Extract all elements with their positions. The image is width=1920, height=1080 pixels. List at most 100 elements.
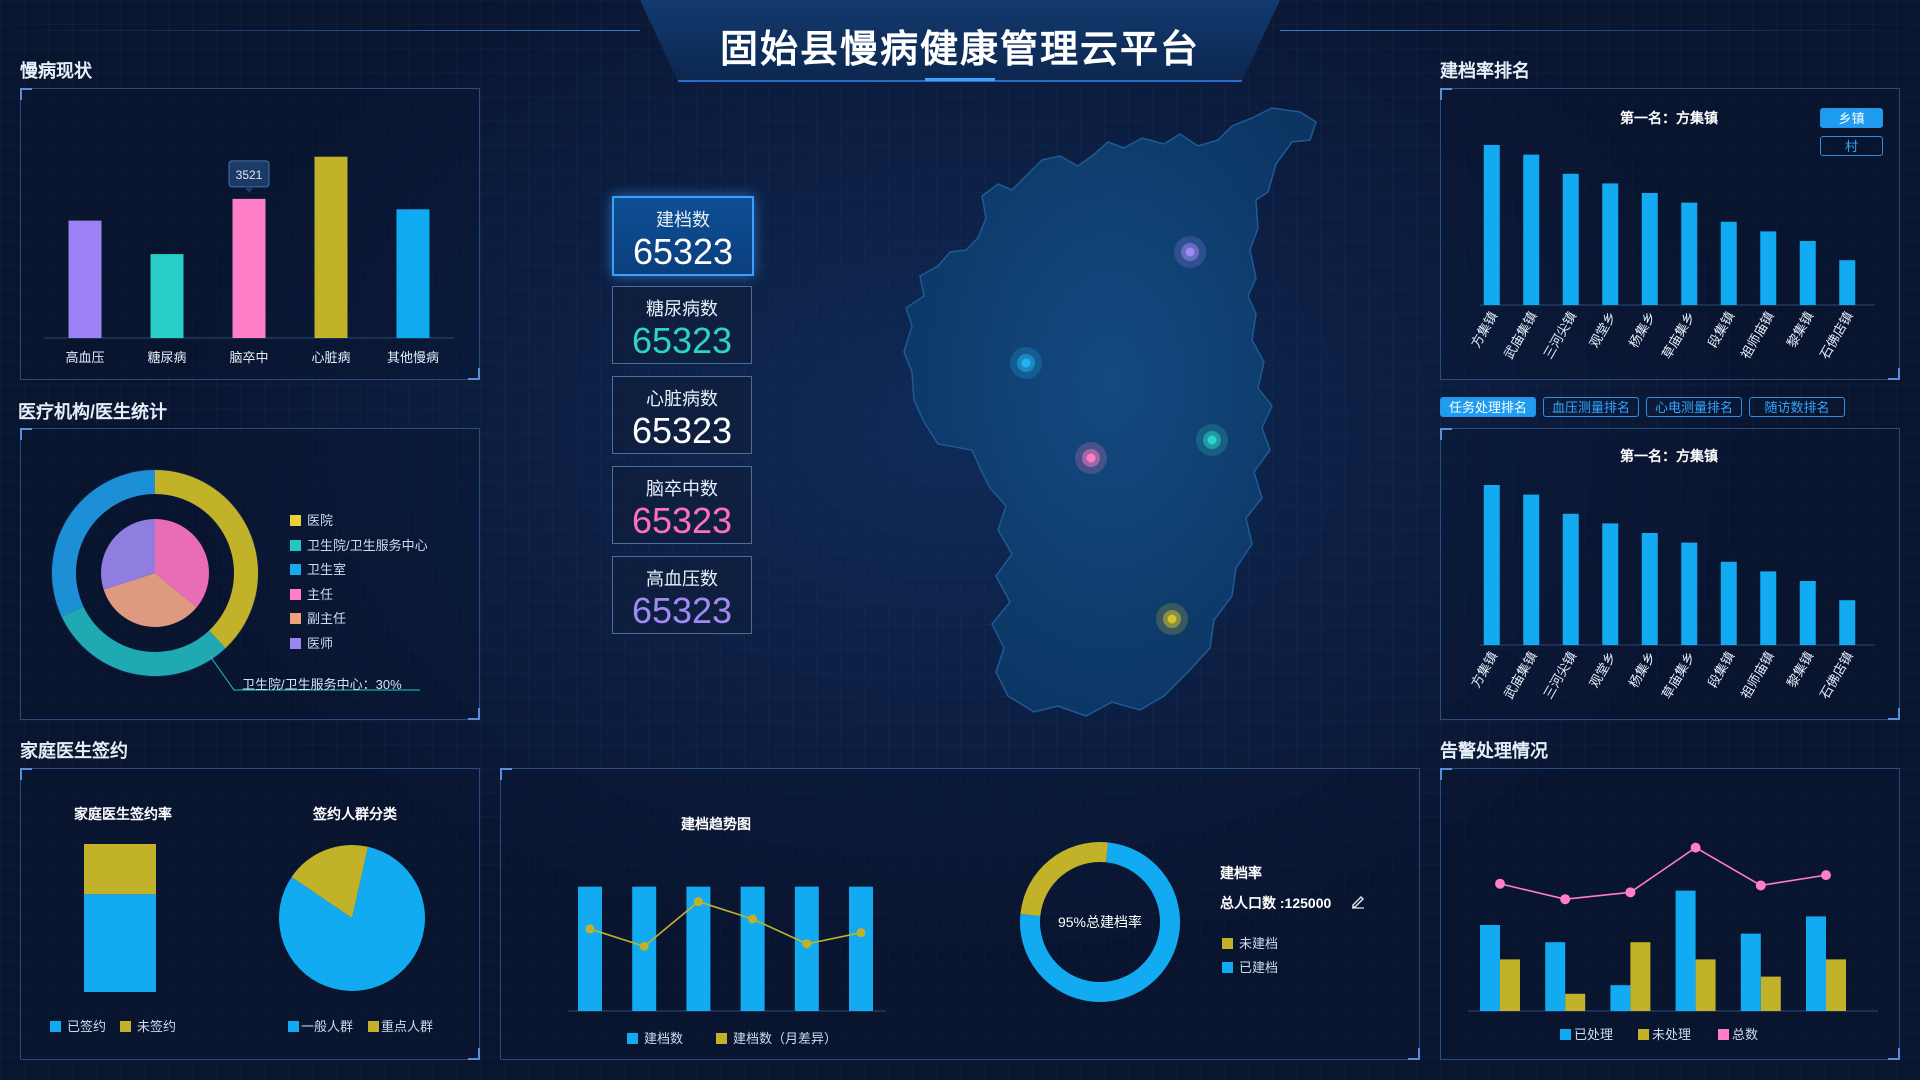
section-title-ranking: 建档率排名 bbox=[1440, 61, 1530, 81]
tab-bp-rank[interactable]: 血压测量排名 bbox=[1543, 397, 1639, 417]
legend-key-group: 重点人群 bbox=[368, 1016, 433, 1035]
rank-tick-label: 杨集乡 bbox=[1626, 309, 1658, 350]
legend-signed: 已签约 bbox=[50, 1016, 106, 1035]
rank-bar bbox=[1760, 231, 1777, 305]
map-marker bbox=[1174, 236, 1206, 268]
archive-rate-title: 建档率 bbox=[1220, 865, 1262, 881]
legend-trend-diff: 建档数（月差异） bbox=[716, 1028, 837, 1047]
legend-label: 副主任 bbox=[307, 611, 347, 626]
stat-heart[interactable]: 心脏病数 65323 bbox=[612, 376, 752, 454]
rank-tick-label: 祖师庙镇 bbox=[1738, 649, 1777, 702]
legend-label: 卫生室 bbox=[307, 562, 347, 577]
stat-archive[interactable]: 建档数 65323 bbox=[612, 196, 754, 276]
rank-tick-label: 草庙集乡 bbox=[1659, 309, 1698, 362]
stat-diabetes[interactable]: 糖尿病数 65323 bbox=[612, 286, 752, 364]
legend-swatch bbox=[290, 515, 301, 526]
legend-processed: 已处理 bbox=[1560, 1024, 1613, 1043]
alert-bar-unprocessed bbox=[1826, 959, 1846, 1011]
sign-rate-segment bbox=[84, 894, 156, 992]
trend-bar bbox=[740, 886, 765, 1011]
stat-hypertension-value: 65323 bbox=[631, 590, 733, 631]
chronic-bar-chart: 高血压 糖尿病 脑卒中 3521 心脏病 其他慢病 bbox=[44, 156, 454, 365]
archive-donut-segment bbox=[1020, 842, 1108, 917]
map-marker bbox=[1156, 603, 1188, 635]
rank-bar bbox=[1562, 173, 1579, 305]
alert-bar-processed bbox=[1545, 942, 1566, 1011]
rank-bar bbox=[1602, 523, 1619, 645]
alert-bar-processed bbox=[1740, 933, 1761, 1011]
marker-dot bbox=[1185, 247, 1195, 257]
chronic-tick-label: 脑卒中 bbox=[229, 350, 268, 365]
rank-bar bbox=[1562, 513, 1579, 645]
rank-bar bbox=[1799, 581, 1816, 645]
rank-tick-label: 杨集乡 bbox=[1626, 649, 1658, 690]
alert-bar-unprocessed bbox=[1630, 942, 1651, 1011]
tab-followup-rank[interactable]: 随访数排名 bbox=[1749, 397, 1845, 417]
alert-bar-processed bbox=[1675, 890, 1696, 1011]
rank-bar bbox=[1602, 183, 1619, 305]
tab-task-rank[interactable]: 任务处理排名 bbox=[1440, 397, 1536, 417]
alert-total-point bbox=[1560, 894, 1571, 905]
rank-tick-label: 武庙集镇 bbox=[1501, 649, 1540, 702]
legend-label: 医院 bbox=[307, 513, 334, 528]
rank-bar bbox=[1720, 221, 1737, 305]
rank-bar bbox=[1760, 571, 1777, 645]
medical-legend-item: 主任 bbox=[290, 584, 333, 603]
alert-total-point bbox=[1625, 887, 1636, 898]
alert-total-point bbox=[1821, 870, 1831, 881]
header-right-line bbox=[1280, 30, 1920, 31]
medical-legend-item: 医师 bbox=[290, 633, 333, 652]
map-marker bbox=[1075, 442, 1107, 474]
medical-legend-item: 医院 bbox=[290, 510, 333, 529]
legend-unprocessed: 未处理 bbox=[1638, 1024, 1691, 1043]
legend-swatch bbox=[290, 613, 301, 624]
stat-heart-label: 心脏病数 bbox=[646, 389, 718, 409]
marker-dot bbox=[1167, 614, 1177, 624]
map-marker bbox=[1196, 424, 1228, 456]
stat-stroke-label: 脑卒中数 bbox=[646, 479, 718, 499]
stat-stroke-value: 65323 bbox=[631, 500, 733, 541]
edit-icon[interactable] bbox=[1350, 893, 1366, 909]
page-title: 固始县慢病健康管理云平台 bbox=[719, 29, 1200, 71]
rank-tick-label: 方集镇 bbox=[1468, 309, 1500, 350]
chronic-tick-label: 高血压 bbox=[65, 350, 104, 365]
alert-bar-unprocessed bbox=[1565, 993, 1586, 1011]
alert-bar-unprocessed bbox=[1500, 959, 1520, 1011]
rank-tick-label: 黎集镇 bbox=[1784, 649, 1816, 690]
trend-bar bbox=[578, 886, 602, 1011]
stat-hypertension[interactable]: 高血压数 65323 bbox=[612, 556, 752, 634]
rank-tick-label: 祖师庙镇 bbox=[1738, 309, 1777, 362]
stat-archive-label: 建档数 bbox=[656, 210, 710, 230]
tab-ecg-rank[interactable]: 心电测量排名 bbox=[1646, 397, 1742, 417]
trend-line bbox=[589, 900, 862, 948]
chronic-tick-label: 糖尿病 bbox=[147, 350, 186, 365]
alert-bar-processed bbox=[1480, 925, 1500, 1011]
legend-total: 总数 bbox=[1718, 1024, 1758, 1043]
trend-point bbox=[856, 928, 866, 938]
legend-archived: 已建档 bbox=[1222, 957, 1278, 976]
legend-unarchived: 未建档 bbox=[1222, 933, 1278, 952]
rank2-bar-chart: 方集镇 武庙集镇 三河尖镇 观堂乡 杨集乡 草庙集乡 段集镇 祖师庙镇 黎集镇 石佛店镇 bbox=[1468, 485, 1875, 702]
chronic-tooltip-pointer bbox=[244, 186, 254, 193]
section-title-medical: 医疗机构/医生统计 bbox=[18, 402, 168, 422]
rank-bar bbox=[1839, 260, 1856, 305]
legend-swatch bbox=[290, 588, 301, 600]
stat-hypertension-label: 高血压数 bbox=[646, 569, 718, 589]
legend-swatch bbox=[290, 539, 301, 551]
rank1-bar-chart: 方集镇 武庙集镇 三河尖镇 观堂乡 杨集乡 草庙集乡 段集镇 祖师庙镇 黎集镇 石佛店镇 bbox=[1468, 145, 1875, 362]
stat-stroke[interactable]: 脑卒中数 65323 bbox=[612, 466, 752, 544]
rank-tick-label: 观堂乡 bbox=[1586, 649, 1618, 690]
chronic-bar bbox=[396, 209, 430, 338]
medical-annotation: 卫生院/卫生服务中心：30% bbox=[242, 677, 402, 692]
section-title-family: 家庭医生签约 bbox=[20, 741, 128, 761]
alert-bar-processed bbox=[1806, 916, 1826, 1011]
title-accent bbox=[925, 78, 995, 81]
trend-point bbox=[585, 924, 595, 934]
county-map[interactable] bbox=[880, 100, 1340, 740]
trend-point bbox=[802, 939, 812, 949]
medical-legend-item: 副主任 bbox=[290, 608, 346, 627]
marker-dot bbox=[1086, 453, 1096, 463]
chronic-bar bbox=[232, 198, 266, 338]
medical-legend-item: 卫生室 bbox=[290, 559, 346, 578]
legend-general-group: 一般人群 bbox=[288, 1016, 353, 1035]
